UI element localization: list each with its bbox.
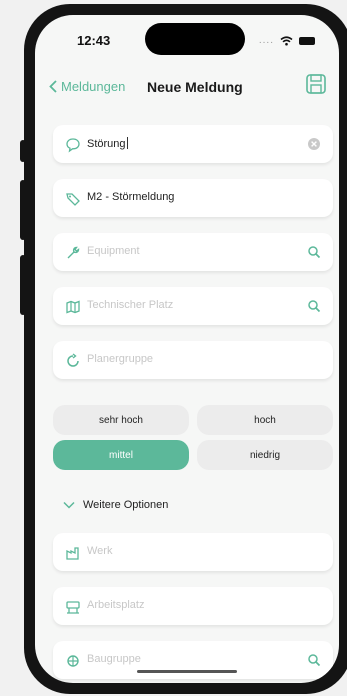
status-bar: 12:43 .... xyxy=(35,15,339,55)
factory-icon xyxy=(66,547,79,560)
page-title: Neue Meldung xyxy=(147,79,243,95)
speech-bubble-icon xyxy=(66,138,80,153)
clear-icon[interactable] xyxy=(307,137,321,151)
status-icons: .... xyxy=(259,35,315,46)
priority-mittel[interactable]: mittel xyxy=(53,440,189,470)
tag-icon xyxy=(66,193,80,206)
equipment-field[interactable]: Equipment xyxy=(53,233,333,271)
wifi-icon xyxy=(280,35,293,45)
home-indicator[interactable] xyxy=(137,670,237,673)
stoerung-value: Störung xyxy=(87,137,128,150)
meldungsart-value: M2 - Störmeldung xyxy=(87,191,175,203)
back-label: Meldungen xyxy=(61,79,126,94)
baugruppe-placeholder: Baugruppe xyxy=(87,653,141,665)
screen: 12:43 .... Meldungen Neue Meldung Störun… xyxy=(35,15,339,683)
signal-icon: .... xyxy=(258,35,274,46)
volume-up-button xyxy=(20,180,26,240)
werk-placeholder: Werk xyxy=(87,545,113,557)
mute-switch xyxy=(20,140,26,162)
volume-down-button xyxy=(20,255,26,315)
save-icon[interactable] xyxy=(305,73,327,95)
workstation-icon xyxy=(66,601,80,614)
component-icon xyxy=(67,655,79,667)
navigation-bar: Meldungen Neue Meldung xyxy=(35,73,339,103)
priority-sehr-hoch[interactable]: sehr hoch xyxy=(53,405,189,435)
arbeitsplatz-field[interactable]: Arbeitsplatz xyxy=(53,587,333,625)
battery-icon xyxy=(299,36,315,45)
baugruppe-field[interactable]: Baugruppe xyxy=(53,641,333,679)
status-time: 12:43 xyxy=(77,33,111,48)
more-options-toggle[interactable]: Weitere Optionen xyxy=(63,499,168,511)
back-button[interactable]: Meldungen xyxy=(49,79,125,94)
cycle-icon xyxy=(67,353,79,367)
planergruppe-placeholder: Planergruppe xyxy=(87,353,154,365)
search-icon[interactable] xyxy=(307,653,321,667)
meldungsart-field[interactable]: M2 - Störmeldung xyxy=(53,179,333,217)
planergruppe-field[interactable]: Planergruppe xyxy=(53,341,333,379)
priority-hoch[interactable]: hoch xyxy=(197,405,333,435)
arbeitsplatz-placeholder: Arbeitsplatz xyxy=(87,599,145,611)
wrench-icon xyxy=(67,246,80,259)
technischer-platz-field[interactable]: Technischer Platz xyxy=(53,287,333,325)
map-icon xyxy=(66,300,80,314)
priority-niedrig[interactable]: niedrig xyxy=(197,440,333,470)
more-options-label: Weitere Optionen xyxy=(83,499,169,511)
chevron-down-icon xyxy=(63,501,75,509)
werk-field[interactable]: Werk xyxy=(53,533,333,571)
stoerung-field[interactable]: Störung xyxy=(53,125,333,163)
search-icon[interactable] xyxy=(307,245,321,259)
equipment-placeholder: Equipment xyxy=(87,245,140,257)
chevron-left-icon xyxy=(49,80,57,93)
search-icon[interactable] xyxy=(307,299,321,313)
technischer-platz-placeholder: Technischer Platz xyxy=(87,299,174,311)
dynamic-island xyxy=(145,23,245,55)
